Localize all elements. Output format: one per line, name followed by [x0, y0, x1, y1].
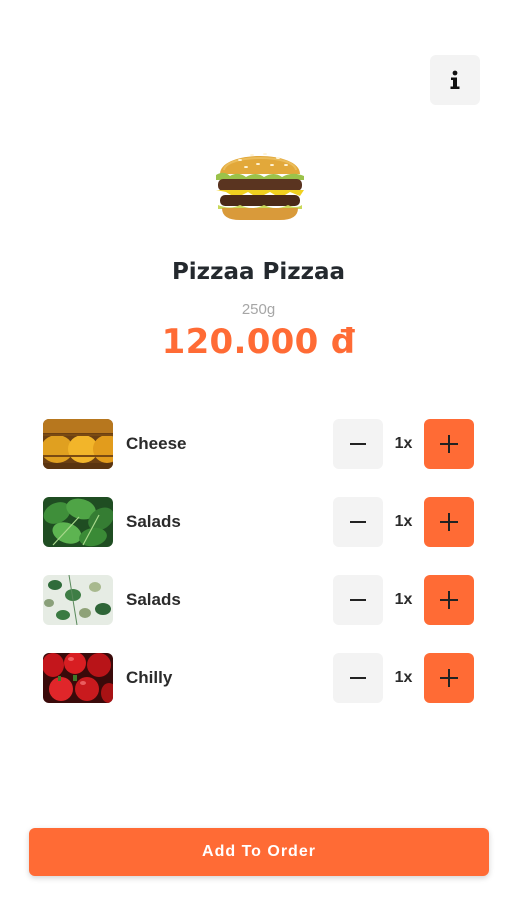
decrease-button[interactable] [333, 653, 383, 703]
quantity: 1x [394, 513, 413, 530]
product-name: Pizzaa Pizzaa [171, 259, 346, 285]
info-button[interactable] [430, 55, 480, 105]
red-peppers-thumb [43, 653, 113, 703]
cheese-thumb [43, 419, 113, 469]
extra-item: Cheese 1x [0, 419, 517, 469]
minus-icon [350, 443, 366, 445]
extra-item: Salads 1x [0, 497, 517, 547]
decrease-button[interactable] [333, 419, 383, 469]
burger-image [216, 153, 304, 220]
quantity: 1x [394, 435, 413, 452]
spinach-thumb [43, 497, 113, 547]
quantity: 1x [394, 591, 413, 608]
extra-name: Cheese [126, 434, 187, 453]
increase-button[interactable] [424, 575, 474, 625]
salad-leaves-thumb [43, 575, 113, 625]
plus-icon [440, 669, 458, 687]
increase-button[interactable] [424, 419, 474, 469]
minus-icon [350, 677, 366, 679]
plus-icon [440, 435, 458, 453]
quantity: 1x [394, 669, 413, 686]
extra-item: Salads 1x [0, 575, 517, 625]
extra-name: Salads [126, 512, 181, 531]
increase-button[interactable] [424, 497, 474, 547]
extra-name: Chilly [126, 668, 173, 687]
info-icon [450, 70, 460, 89]
add-to-order-button[interactable]: Add To Order [29, 828, 489, 876]
extra-name: Salads [126, 590, 181, 609]
extra-item: Chilly 1x [0, 653, 517, 703]
plus-icon [440, 513, 458, 531]
minus-icon [350, 521, 366, 523]
decrease-button[interactable] [333, 497, 383, 547]
increase-button[interactable] [424, 653, 474, 703]
plus-icon [440, 591, 458, 609]
product-weight: 250g [241, 301, 276, 318]
minus-icon [350, 599, 366, 601]
decrease-button[interactable] [333, 575, 383, 625]
product-price: 120.000 đ [161, 322, 356, 362]
